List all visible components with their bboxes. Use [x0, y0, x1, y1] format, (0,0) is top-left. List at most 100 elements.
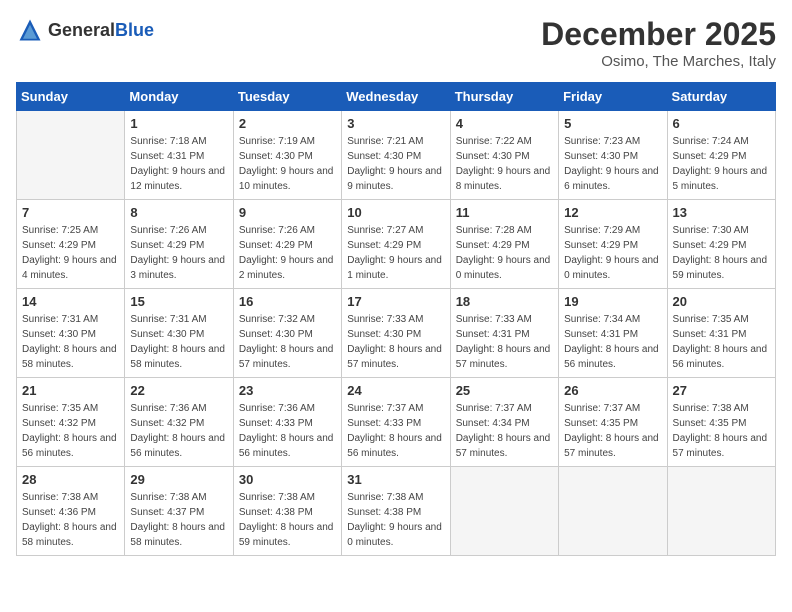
calendar-day-cell: 14Sunrise: 7:31 AMSunset: 4:30 PMDayligh… [17, 289, 125, 378]
day-info: Sunrise: 7:22 AMSunset: 4:30 PMDaylight:… [456, 134, 553, 194]
day-info: Sunrise: 7:29 AMSunset: 4:29 PMDaylight:… [564, 223, 661, 283]
weekday-header-cell: Tuesday [233, 83, 341, 111]
day-number: 11 [456, 205, 553, 220]
day-number: 12 [564, 205, 661, 220]
calendar-week-row: 1 Sunrise: 7:18 AMSunset: 4:31 PMDaylight… [17, 111, 776, 200]
calendar-day-cell [559, 467, 667, 556]
day-number: 16 [239, 294, 336, 309]
logo: GeneralBlue [16, 16, 154, 44]
day-info: Sunrise: 7:30 AMSunset: 4:29 PMDaylight:… [673, 223, 770, 283]
calendar-day-cell: 1 Sunrise: 7:18 AMSunset: 4:31 PMDaylight… [125, 111, 233, 200]
calendar-day-cell: 21 Sunrise: 7:35 AMSunset: 4:32 PMDayligh… [17, 378, 125, 467]
day-number: 25 [456, 383, 553, 398]
day-number: 13 [673, 205, 770, 220]
day-number: 18 [456, 294, 553, 309]
calendar-day-cell: 3 Sunrise: 7:21 AMSunset: 4:30 PMDaylight… [342, 111, 450, 200]
day-info: Sunrise: 7:28 AMSunset: 4:29 PMDaylight:… [456, 223, 553, 283]
day-number: 4 [456, 116, 553, 131]
day-info: Sunrise: 7:37 AMSunset: 4:33 PMDaylight:… [347, 401, 444, 461]
day-info: Sunrise: 7:36 AMSunset: 4:33 PMDaylight:… [239, 401, 336, 461]
day-number: 30 [239, 472, 336, 487]
day-info: Sunrise: 7:35 AMSunset: 4:32 PMDaylight:… [22, 401, 119, 461]
calendar-day-cell: 25 Sunrise: 7:37 AMSunset: 4:34 PMDayligh… [450, 378, 558, 467]
day-number: 10 [347, 205, 444, 220]
title-block: December 2025 Osimo, The Marches, Italy [541, 16, 776, 70]
weekday-header-cell: Saturday [667, 83, 775, 111]
day-number: 28 [22, 472, 119, 487]
day-info: Sunrise: 7:37 AMSunset: 4:35 PMDaylight:… [564, 401, 661, 461]
logo-icon [16, 16, 44, 44]
calendar-day-cell: 7 Sunrise: 7:25 AMSunset: 4:29 PMDaylight… [17, 200, 125, 289]
day-info: Sunrise: 7:31 AMSunset: 4:30 PMDaylight:… [130, 312, 227, 372]
day-info: Sunrise: 7:32 AMSunset: 4:30 PMDaylight:… [239, 312, 336, 372]
weekday-header-cell: Wednesday [342, 83, 450, 111]
day-number: 31 [347, 472, 444, 487]
day-number: 21 [22, 383, 119, 398]
calendar-day-cell: 6 Sunrise: 7:24 AMSunset: 4:29 PMDaylight… [667, 111, 775, 200]
day-info: Sunrise: 7:38 AMSunset: 4:38 PMDaylight:… [239, 490, 336, 550]
day-number: 19 [564, 294, 661, 309]
day-info: Sunrise: 7:37 AMSunset: 4:34 PMDaylight:… [456, 401, 553, 461]
logo-blue: Blue [115, 20, 154, 40]
day-info: Sunrise: 7:21 AMSunset: 4:30 PMDaylight:… [347, 134, 444, 194]
day-info: Sunrise: 7:24 AMSunset: 4:29 PMDaylight:… [673, 134, 770, 194]
page-header: GeneralBlue December 2025 Osimo, The Mar… [16, 16, 776, 70]
calendar-day-cell: 16 Sunrise: 7:32 AMSunset: 4:30 PMDayligh… [233, 289, 341, 378]
calendar-day-cell: 5Sunrise: 7:23 AMSunset: 4:30 PMDaylight… [559, 111, 667, 200]
logo-general: General [48, 20, 115, 40]
calendar-day-cell: 12 Sunrise: 7:29 AMSunset: 4:29 PMDayligh… [559, 200, 667, 289]
day-number: 6 [673, 116, 770, 131]
calendar-day-cell: 23 Sunrise: 7:36 AMSunset: 4:33 PMDayligh… [233, 378, 341, 467]
calendar-body: 1 Sunrise: 7:18 AMSunset: 4:31 PMDaylight… [17, 111, 776, 556]
weekday-header-cell: Monday [125, 83, 233, 111]
day-info: Sunrise: 7:18 AMSunset: 4:31 PMDaylight:… [130, 134, 227, 194]
day-info: Sunrise: 7:26 AMSunset: 4:29 PMDaylight:… [239, 223, 336, 283]
calendar-table: SundayMondayTuesdayWednesdayThursdayFrid… [16, 82, 776, 556]
calendar-day-cell: 13 Sunrise: 7:30 AMSunset: 4:29 PMDayligh… [667, 200, 775, 289]
calendar-day-cell: 18 Sunrise: 7:33 AMSunset: 4:31 PMDayligh… [450, 289, 558, 378]
calendar-day-cell: 20Sunrise: 7:35 AMSunset: 4:31 PMDayligh… [667, 289, 775, 378]
calendar-day-cell: 4 Sunrise: 7:22 AMSunset: 4:30 PMDaylight… [450, 111, 558, 200]
location-title: Osimo, The Marches, Italy [541, 53, 776, 70]
day-info: Sunrise: 7:34 AMSunset: 4:31 PMDaylight:… [564, 312, 661, 372]
day-info: Sunrise: 7:31 AMSunset: 4:30 PMDaylight:… [22, 312, 119, 372]
day-info: Sunrise: 7:26 AMSunset: 4:29 PMDaylight:… [130, 223, 227, 283]
calendar-day-cell: 19 Sunrise: 7:34 AMSunset: 4:31 PMDayligh… [559, 289, 667, 378]
calendar-day-cell: 29Sunrise: 7:38 AMSunset: 4:37 PMDayligh… [125, 467, 233, 556]
day-number: 23 [239, 383, 336, 398]
calendar-day-cell: 8 Sunrise: 7:26 AMSunset: 4:29 PMDaylight… [125, 200, 233, 289]
calendar-day-cell: 11 Sunrise: 7:28 AMSunset: 4:29 PMDayligh… [450, 200, 558, 289]
calendar-week-row: 21 Sunrise: 7:35 AMSunset: 4:32 PMDayligh… [17, 378, 776, 467]
calendar-day-cell: 28 Sunrise: 7:38 AMSunset: 4:36 PMDayligh… [17, 467, 125, 556]
calendar-day-cell: 10 Sunrise: 7:27 AMSunset: 4:29 PMDayligh… [342, 200, 450, 289]
day-info: Sunrise: 7:38 AMSunset: 4:36 PMDaylight:… [22, 490, 119, 550]
day-number: 8 [130, 205, 227, 220]
day-number: 7 [22, 205, 119, 220]
day-info: Sunrise: 7:19 AMSunset: 4:30 PMDaylight:… [239, 134, 336, 194]
day-number: 22 [130, 383, 227, 398]
calendar-day-cell: 22Sunrise: 7:36 AMSunset: 4:32 PMDayligh… [125, 378, 233, 467]
month-title: December 2025 [541, 16, 776, 53]
day-number: 2 [239, 116, 336, 131]
day-info: Sunrise: 7:35 AMSunset: 4:31 PMDaylight:… [673, 312, 770, 372]
weekday-header-cell: Friday [559, 83, 667, 111]
calendar-day-cell: 30 Sunrise: 7:38 AMSunset: 4:38 PMDayligh… [233, 467, 341, 556]
calendar-week-row: 28 Sunrise: 7:38 AMSunset: 4:36 PMDayligh… [17, 467, 776, 556]
day-info: Sunrise: 7:38 AMSunset: 4:38 PMDaylight:… [347, 490, 444, 550]
calendar-day-cell [450, 467, 558, 556]
calendar-week-row: 7 Sunrise: 7:25 AMSunset: 4:29 PMDaylight… [17, 200, 776, 289]
day-info: Sunrise: 7:33 AMSunset: 4:31 PMDaylight:… [456, 312, 553, 372]
calendar-day-cell: 17Sunrise: 7:33 AMSunset: 4:30 PMDayligh… [342, 289, 450, 378]
day-number: 1 [130, 116, 227, 131]
calendar-day-cell: 9Sunrise: 7:26 AMSunset: 4:29 PMDaylight… [233, 200, 341, 289]
day-info: Sunrise: 7:27 AMSunset: 4:29 PMDaylight:… [347, 223, 444, 283]
day-number: 5 [564, 116, 661, 131]
day-info: Sunrise: 7:25 AMSunset: 4:29 PMDaylight:… [22, 223, 119, 283]
weekday-header-row: SundayMondayTuesdayWednesdayThursdayFrid… [17, 83, 776, 111]
calendar-day-cell: 2 Sunrise: 7:19 AMSunset: 4:30 PMDaylight… [233, 111, 341, 200]
calendar-day-cell [17, 111, 125, 200]
day-info: Sunrise: 7:38 AMSunset: 4:37 PMDaylight:… [130, 490, 227, 550]
day-number: 3 [347, 116, 444, 131]
calendar-day-cell: 15Sunrise: 7:31 AMSunset: 4:30 PMDayligh… [125, 289, 233, 378]
calendar-day-cell [667, 467, 775, 556]
